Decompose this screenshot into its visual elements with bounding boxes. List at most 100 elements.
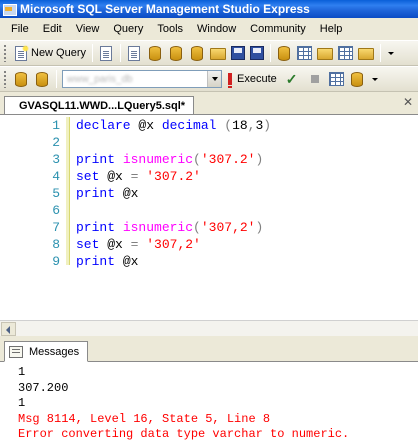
new-query-button[interactable]: New Query [11, 43, 88, 63]
cancel-query-button[interactable] [304, 69, 326, 89]
new-query-icon [15, 44, 29, 61]
query-document-tab-label: GVASQL11.WWD...LQuery5.sql* [19, 99, 186, 112]
new-file-icon [100, 45, 113, 61]
new-file-button[interactable] [96, 43, 116, 63]
code-token: isnumeric [122, 152, 194, 167]
line-number: 6 [52, 203, 60, 218]
menu-query[interactable]: Query [106, 21, 150, 37]
new-dmx-query-button[interactable] [187, 43, 207, 63]
properties-button[interactable] [336, 43, 355, 63]
messages-output[interactable]: 1 307.200 1 Msg 8114, Level 16, State 5, Li… [0, 362, 418, 441]
new-mdx-query-button[interactable] [166, 43, 186, 63]
line-number: 4 [52, 169, 60, 184]
code-token: print [76, 186, 116, 201]
code-token: '307,2' [146, 237, 201, 252]
code-token: '307.2' [146, 169, 201, 184]
code-line: print @x [76, 253, 138, 270]
message-line: 1 [18, 365, 26, 379]
code-token: ) [263, 118, 272, 133]
line-number: 9 [52, 254, 60, 269]
query-options-button[interactable] [327, 69, 346, 89]
parse-button[interactable]: ✓ [280, 69, 304, 89]
registered-servers-icon [278, 45, 291, 61]
code-token: @x [115, 186, 139, 201]
close-icon[interactable]: ✕ [402, 96, 414, 108]
line-number: 2 [52, 135, 60, 150]
code-token: '307.2' [200, 152, 256, 167]
code-token: set [76, 169, 100, 184]
menu-bar: File Edit View Query Tools Window Commun… [0, 18, 418, 40]
menu-tools[interactable]: Tools [150, 21, 190, 37]
toolbar-grip[interactable] [3, 70, 7, 88]
open-file-button[interactable] [208, 43, 228, 63]
line-number: 8 [52, 237, 60, 252]
new-db-engine-query-button[interactable] [124, 43, 144, 63]
toolbar-separator [270, 44, 272, 62]
message-line: 1 [18, 396, 26, 410]
connect-icon [15, 71, 27, 87]
code-token: isnumeric [122, 220, 194, 235]
messages-icon [9, 345, 23, 358]
code-token: print [76, 254, 116, 269]
line-number: 7 [52, 220, 60, 235]
mdx-query-icon [170, 45, 183, 61]
code-token: ( [193, 152, 201, 167]
dmx-query-icon [191, 45, 204, 61]
menu-file[interactable]: File [4, 21, 36, 37]
query-document-tab[interactable]: GVASQL11.WWD...LQuery5.sql* [4, 96, 194, 114]
template-explorer-button[interactable] [315, 43, 335, 63]
toolbar-overflow-button[interactable] [368, 69, 380, 89]
registered-servers-button[interactable] [274, 43, 294, 63]
template-explorer-icon [317, 48, 334, 60]
line-number: 1 [52, 118, 60, 133]
toolbar-separator [56, 70, 57, 88]
toolbar-overflow-button[interactable] [384, 43, 396, 63]
available-databases-dropdown[interactable]: www_paris_db [62, 70, 222, 88]
standard-toolbar: New Query [0, 40, 418, 66]
object-explorer-button[interactable] [295, 43, 314, 63]
scroll-left-arrow-icon[interactable] [1, 322, 16, 336]
estimated-plan-icon [351, 71, 364, 87]
code-line: print isnumeric('307,2') [76, 219, 263, 236]
code-line: print @x [76, 185, 138, 202]
properties-icon [338, 46, 354, 60]
code-token: declare [76, 118, 131, 133]
change-connection-button[interactable] [32, 69, 52, 89]
code-token: @x [99, 237, 131, 252]
error-message-line: Error converting data type varchar to nu… [18, 427, 350, 441]
line-number: 3 [52, 152, 60, 167]
execute-button[interactable]: Execute [222, 69, 279, 89]
editor-horizontal-scrollbar[interactable] [0, 320, 418, 336]
toolbar-separator [92, 44, 94, 62]
menu-community[interactable]: Community [243, 21, 313, 37]
menu-view[interactable]: View [69, 21, 107, 37]
code-line: set @x = '307.2' [76, 168, 201, 185]
results-tab-strip: Messages [0, 340, 418, 362]
toolbar-separator [120, 44, 122, 62]
new-analysis-query-button[interactable] [145, 43, 165, 63]
change-connection-icon [36, 71, 48, 87]
messages-tab[interactable]: Messages [4, 341, 88, 362]
save-all-button[interactable] [248, 43, 266, 63]
toolbar-separator [380, 44, 382, 62]
connect-button[interactable] [11, 69, 31, 89]
code-token: ) [255, 220, 264, 235]
estimated-plan-button[interactable] [347, 69, 367, 89]
code-token: @x [99, 169, 131, 184]
window-title: Microsoft SQL Server Management Studio E… [20, 2, 310, 16]
query-editor[interactable]: 1 declare @x decimal (18,3) 2 3 print isnume… [0, 114, 418, 321]
chevron-down-icon[interactable] [207, 71, 221, 87]
save-button[interactable] [229, 43, 247, 63]
code-token: print [76, 220, 116, 235]
menu-help[interactable]: Help [313, 21, 350, 37]
toolbar-grip[interactable] [3, 44, 7, 62]
menu-window[interactable]: Window [190, 21, 243, 37]
error-message-line: Msg 8114, Level 16, State 5, Line 8 [18, 411, 271, 426]
open-folder-icon [210, 48, 227, 60]
menu-edit[interactable]: Edit [36, 21, 69, 37]
execute-exclamation-icon [228, 73, 232, 88]
summary-button[interactable] [356, 43, 376, 63]
chevron-down-icon [372, 77, 379, 81]
messages-tab-label: Messages [29, 345, 80, 358]
